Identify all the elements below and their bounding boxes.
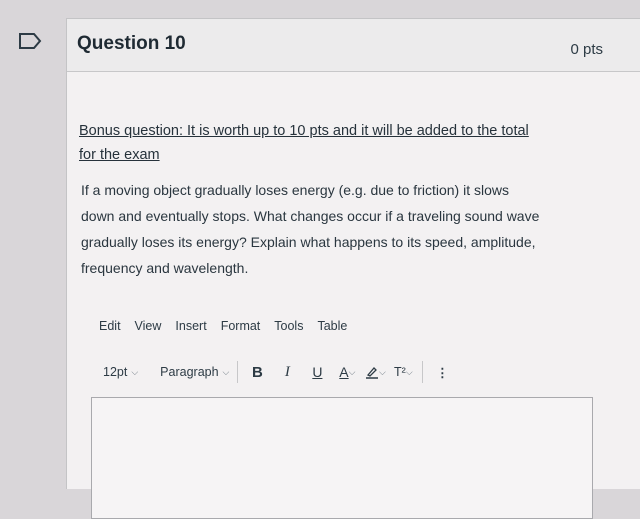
question-points: 0 pts [570,41,603,58]
menu-format[interactable]: Format [221,319,261,339]
menu-edit[interactable]: Edit [99,319,121,339]
editor-toolbar: 12pt ⌵ Paragraph ⌵ B I U A ⌵ ⌵ T² ⌵ ⋮ [103,359,603,385]
underline-button[interactable]: U [306,361,328,383]
block-format-value: Paragraph [160,365,219,379]
question-line-4: frequency and wavelength. [81,260,249,276]
menu-insert[interactable]: Insert [175,319,206,339]
question-header: Question 10 0 pts [67,19,640,72]
chevron-down-icon: ⌵ [378,366,386,377]
bonus-note: Bonus question: It is worth up to 10 pts… [79,119,589,167]
editor-menubar: Edit View Insert Format Tools Table [99,319,347,339]
superscript-icon: T² [394,365,406,379]
bookmark-icon[interactable] [18,32,42,50]
answer-editor[interactable] [91,397,593,519]
question-text: If a moving object gradually loses energ… [81,177,591,281]
question-line-2: down and eventually stops. What changes … [81,208,540,224]
chevron-down-icon: ⌵ [405,366,413,377]
toolbar-divider [237,361,239,383]
menu-table[interactable]: Table [317,319,347,339]
text-color-icon: A [339,364,349,380]
question-line-1: If a moving object gradually loses energ… [81,182,509,198]
highlighter-icon [365,367,378,379]
bold-button[interactable]: B [246,361,268,383]
question-card: Question 10 0 pts Bonus question: It is … [66,18,640,519]
menu-view[interactable]: View [135,319,162,339]
highlight-button[interactable]: ⌵ [364,361,386,383]
chevron-down-icon: ⌵ [348,366,356,377]
italic-button[interactable]: I [276,361,298,383]
chevron-down-icon: ⌵ [222,366,230,377]
superscript-button[interactable]: T² ⌵ [392,361,414,383]
font-size-value: 12pt [103,365,128,379]
menu-tools[interactable]: Tools [274,319,303,339]
bonus-line-1: Bonus question: It is worth up to 10 pts… [79,123,529,139]
block-format-dropdown[interactable]: Paragraph ⌵ [160,365,229,379]
text-color-button[interactable]: A ⌵ [336,361,358,383]
chevron-down-icon: ⌵ [131,366,139,377]
toolbar-divider [422,361,424,383]
question-line-3: gradually loses its energy? Explain what… [81,234,536,250]
more-options-button[interactable]: ⋮ [431,361,453,383]
font-size-dropdown[interactable]: 12pt ⌵ [103,365,138,379]
bonus-line-2: for the exam [79,147,160,163]
question-title: Question 10 [77,33,186,54]
